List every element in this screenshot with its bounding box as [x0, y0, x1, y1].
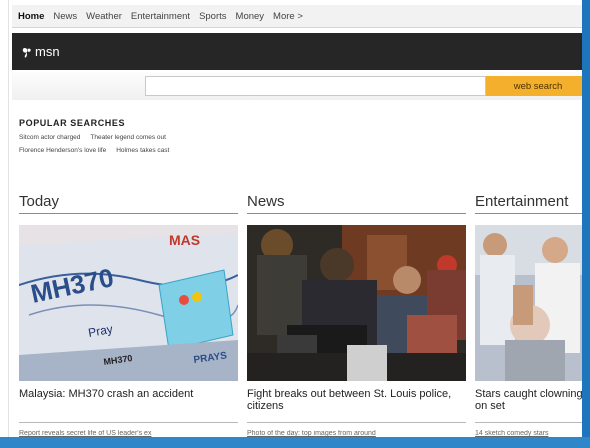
window-right-edge — [582, 0, 590, 448]
popular-link[interactable]: Sitcom actor charged — [19, 134, 80, 141]
section-title-today[interactable]: Today — [19, 193, 59, 210]
nav-news[interactable]: News — [53, 11, 77, 22]
top-navigation: Home News Weather Entertainment Sports M… — [12, 5, 590, 28]
caption-divider — [19, 422, 238, 423]
memorial-wall-photo: MH370 Pray MAS MH370 PRAYS — [19, 225, 238, 381]
today-headline[interactable]: Malaysia: MH370 crash an accident — [19, 388, 238, 400]
svg-text:MAS: MAS — [169, 232, 200, 248]
nav-money[interactable]: Money — [236, 11, 265, 22]
today-subheadline[interactable]: Report reveals secret life of US leader'… — [19, 430, 238, 437]
entertainment-thumbnail[interactable] — [475, 225, 585, 381]
nav-sports[interactable]: Sports — [199, 11, 226, 22]
stars-photo — [475, 225, 585, 381]
section-title-entertainment[interactable]: Entertainment — [475, 193, 568, 210]
window-left-border — [0, 0, 9, 448]
nav-weather[interactable]: Weather — [86, 11, 122, 22]
web-search-button[interactable]: web search — [486, 76, 590, 96]
butterfly-icon — [22, 46, 32, 58]
caption-divider — [475, 422, 590, 423]
popular-searches: POPULAR SEARCHES Sitcom actor charged Th… — [19, 118, 179, 154]
popular-row: Sitcom actor charged Theater legend come… — [19, 134, 179, 141]
popular-searches-title: POPULAR SEARCHES — [19, 118, 126, 128]
nav-entertainment[interactable]: Entertainment — [131, 11, 190, 22]
section-divider — [19, 213, 238, 214]
window-bottom-edge — [0, 437, 590, 448]
today-thumbnail[interactable]: MH370 Pray MAS MH370 PRAYS — [19, 225, 238, 381]
news-thumbnail[interactable] — [247, 225, 466, 381]
crowd-photo — [247, 225, 466, 381]
popular-row: Florence Henderson's love life Holmes ta… — [19, 147, 179, 154]
news-subheadline[interactable]: Photo of the day: top images from around — [247, 430, 466, 437]
section-title-news[interactable]: News — [247, 193, 285, 210]
popular-link[interactable]: Theater legend comes out — [90, 134, 166, 141]
popular-link[interactable]: Florence Henderson's love life — [19, 147, 106, 154]
popular-link[interactable]: Holmes takes cast — [116, 147, 169, 154]
entertainment-subheadline[interactable]: 14 sketch comedy stars — [475, 430, 590, 437]
msn-header-bar: msn — [12, 33, 590, 70]
section-divider — [475, 213, 590, 214]
nav-home[interactable]: Home — [18, 11, 44, 22]
search-bar: web search — [12, 72, 590, 100]
msn-logo[interactable]: msn — [22, 44, 60, 59]
msn-page: Home News Weather Entertainment Sports M… — [12, 5, 590, 448]
logo-text: msn — [35, 44, 60, 59]
news-headline[interactable]: Fight breaks out between St. Louis polic… — [247, 388, 466, 412]
section-divider — [247, 213, 466, 214]
nav-more[interactable]: More > — [273, 11, 303, 22]
entertainment-headline[interactable]: Stars caught clowning on set — [475, 388, 590, 412]
search-input[interactable] — [145, 76, 486, 96]
caption-divider — [247, 422, 466, 423]
